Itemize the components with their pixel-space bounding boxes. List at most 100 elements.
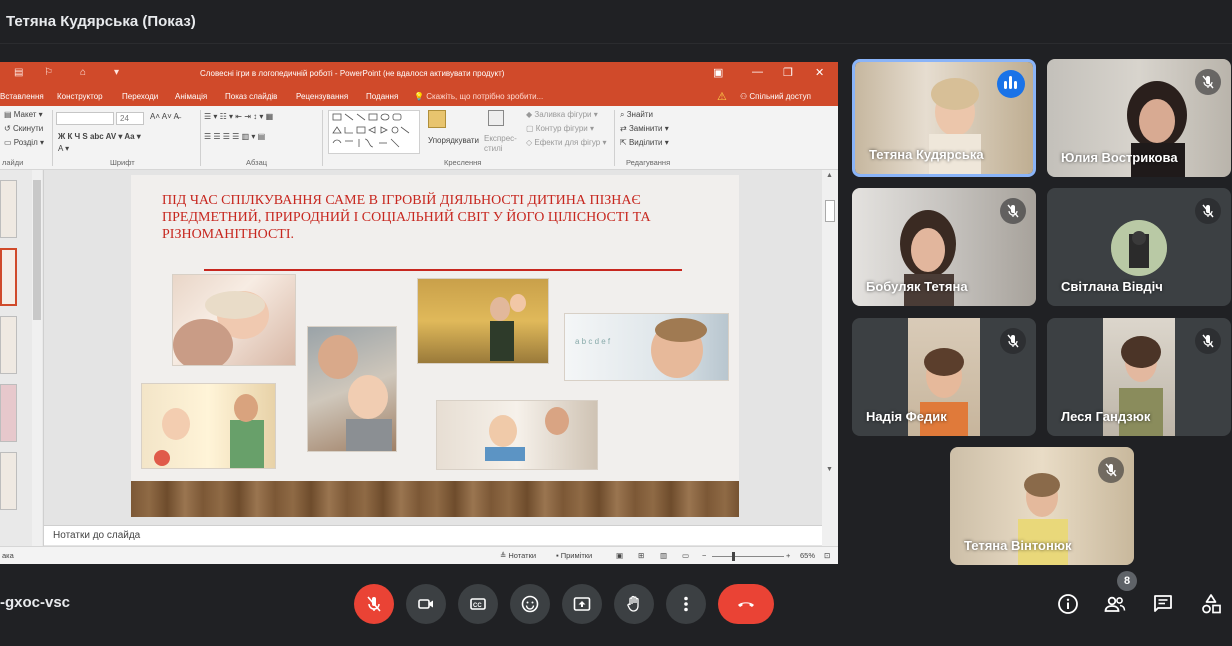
photo-family-reading-image [485, 407, 569, 461]
tab-slideshow[interactable]: Показ слайдів [225, 92, 277, 101]
leave-call-button[interactable] [718, 584, 774, 624]
save-icon[interactable]: ▤ [14, 67, 23, 78]
font-color-icon[interactable]: A ▾ [58, 144, 69, 153]
zoom-in-icon[interactable]: + [786, 551, 790, 560]
maximize-icon[interactable]: ❐ [783, 66, 793, 79]
comments-toggle[interactable]: ▪ Примітки [556, 551, 592, 560]
more-options-button[interactable] [666, 584, 706, 624]
tab-animations[interactable]: Анімація [175, 92, 207, 101]
slide[interactable]: ПІД ЧАС СПІЛКУВАННЯ САМЕ В ІГРОВІЙ ДІЯЛЬ… [131, 175, 739, 517]
quick-styles-label: Експрес-стилі [484, 134, 517, 153]
chat-icon [1154, 595, 1172, 612]
camera-icon [418, 599, 433, 609]
sorter-view-icon[interactable]: ⊞ [638, 551, 644, 560]
bold-italic-underline[interactable]: Ж К Ч S abc AV ▾ Aa ▾ [58, 132, 141, 141]
participant-tile[interactable]: Тетяна Кудярська [852, 59, 1036, 177]
status-bar: ака ≜ Нотатки ▪ Примітки ▣ ⊞ ▥ ▭ − + 65%… [0, 546, 838, 564]
group-editing-label: Редагування [626, 158, 671, 167]
slide-thumbnail[interactable] [0, 452, 17, 510]
meeting-info-button[interactable] [1056, 592, 1082, 618]
align-icons[interactable]: ☰ ☰ ☰ ☰ ▥ ▾ ▤ [204, 132, 265, 141]
participant-tile[interactable]: Бобуляк Тетяна [852, 188, 1036, 306]
present-screen-button[interactable] [562, 584, 602, 624]
scroll-up-icon[interactable]: ▲ [826, 172, 833, 179]
slide-thumbnail[interactable] [0, 180, 17, 238]
shape-outline-button[interactable]: ▢ Контур фігури ▾ [526, 124, 594, 133]
zoom-slider-knob[interactable] [732, 552, 735, 561]
participant-tile[interactable]: Леся Гандзюк [1047, 318, 1231, 436]
warning-icon[interactable]: ⚠ [717, 90, 727, 103]
slide-scroll-thumb[interactable] [825, 200, 835, 222]
shapes-gallery[interactable] [328, 110, 420, 154]
find-label: Знайти [626, 110, 654, 119]
mic-muted-icon [1000, 328, 1026, 354]
reading-view-icon[interactable]: ▥ [660, 551, 667, 560]
mic-toggle-button[interactable] [354, 584, 394, 624]
notes-pane[interactable]: Нотатки до слайда [44, 525, 822, 545]
participant-tile[interactable]: Тетяна Вінтонюк [950, 447, 1134, 565]
replace-button[interactable]: ⇄ Замінити ▾ [620, 124, 669, 133]
thumbnail-scroll-thumb[interactable] [33, 180, 41, 320]
tab-view[interactable]: Подання [366, 92, 398, 101]
slide-scrollbar[interactable]: ▲ ▼ [822, 170, 838, 546]
activities-button[interactable] [1199, 592, 1225, 618]
people-button[interactable] [1103, 592, 1129, 618]
close-icon[interactable]: ✕ [815, 66, 824, 79]
tab-insert[interactable]: Вставлення [0, 92, 44, 101]
find-button[interactable]: ⌕ Знайти [620, 110, 653, 120]
shared-screen: ▤ ⚐ ⌂ ▾ Словесні ігри в логопедичній роб… [0, 62, 838, 564]
font-size-field[interactable]: 24 [116, 112, 144, 125]
notes-toggle[interactable]: ≜ Нотатки [500, 551, 536, 560]
tab-transitions[interactable]: Переходи [122, 92, 158, 101]
scroll-down-icon[interactable]: ▼ [826, 466, 833, 473]
captions-button[interactable]: CC [458, 584, 498, 624]
tell-me-search[interactable]: 💡 Скажіть, що потрібно зробити... [414, 92, 543, 101]
reactions-button[interactable] [510, 584, 550, 624]
font-name-field[interactable] [56, 112, 114, 125]
arrange-button[interactable] [428, 110, 446, 130]
section-button[interactable]: ▭ Розділ ▾ [4, 138, 44, 147]
participant-name: Надія Федик [866, 409, 947, 424]
more-vert-icon [684, 596, 688, 612]
minimize-icon[interactable]: — [752, 66, 763, 78]
grow-font-icon[interactable]: A˄ A˅ A̶ [150, 112, 179, 121]
chat-button[interactable] [1151, 592, 1177, 618]
slideshow-view-icon[interactable]: ▭ [682, 551, 689, 560]
mic-muted-icon [1195, 328, 1221, 354]
camera-toggle-button[interactable] [406, 584, 446, 624]
shape-fill-label: Заливка фігури [534, 110, 592, 119]
replace-label: Замінити [628, 124, 663, 133]
zoom-slider[interactable] [712, 556, 784, 557]
mic-muted-icon [1000, 198, 1026, 224]
participant-tile[interactable]: Юлия Вострикова [1047, 59, 1231, 177]
shape-effects-button[interactable]: ◇ Ефекти для фігур ▾ [526, 138, 606, 147]
quick-styles-button[interactable] [488, 110, 504, 128]
tab-design[interactable]: Конструктор [57, 92, 103, 101]
zoom-level[interactable]: 65% [800, 551, 815, 560]
share-button[interactable]: ⚇ Спільний доступ [740, 92, 811, 101]
fit-slide-icon[interactable]: ⊡ [824, 551, 830, 560]
layout-button[interactable]: ▤ Макет ▾ [4, 110, 43, 119]
raise-hand-button[interactable] [614, 584, 654, 624]
photo-baby-with-mother-image [173, 291, 269, 365]
list-icons[interactable]: ☰ ▾ ☷ ▾ ⇤ ⇥ ↕ ▾ ▦ [204, 112, 273, 121]
select-button[interactable]: ⇱ Виділити ▾ [620, 138, 669, 147]
tab-review[interactable]: Рецензування [296, 92, 348, 101]
zoom-out-icon[interactable]: − [702, 551, 706, 560]
ribbon-options-icon[interactable]: ▣ [713, 66, 723, 79]
participant-tile[interactable]: Надія Федик [852, 318, 1036, 436]
shape-fill-button[interactable]: ◆ Заливка фігури ▾ [526, 110, 598, 119]
photo-mother-playing-toys [141, 383, 276, 469]
normal-view-icon[interactable]: ▣ [616, 551, 623, 560]
participant-tile[interactable]: Світлана Вівдіч [1047, 188, 1231, 306]
slide-thumbnail[interactable] [0, 384, 17, 442]
slide-thumbnail-active[interactable] [0, 248, 17, 306]
slide-thumbnail[interactable] [0, 316, 17, 374]
start-icon[interactable]: ⌂ [80, 67, 86, 78]
qat-more-icon[interactable]: ▾ [114, 67, 119, 78]
svg-text:a b c d e f: a b c d e f [575, 337, 611, 346]
photo-father-with-child-image [318, 335, 392, 451]
present-icon[interactable]: ⚐ [44, 67, 53, 78]
photo-boy-with-letters: a b c d e f [564, 313, 729, 381]
reset-button[interactable]: ↺ Скинути [4, 124, 43, 133]
